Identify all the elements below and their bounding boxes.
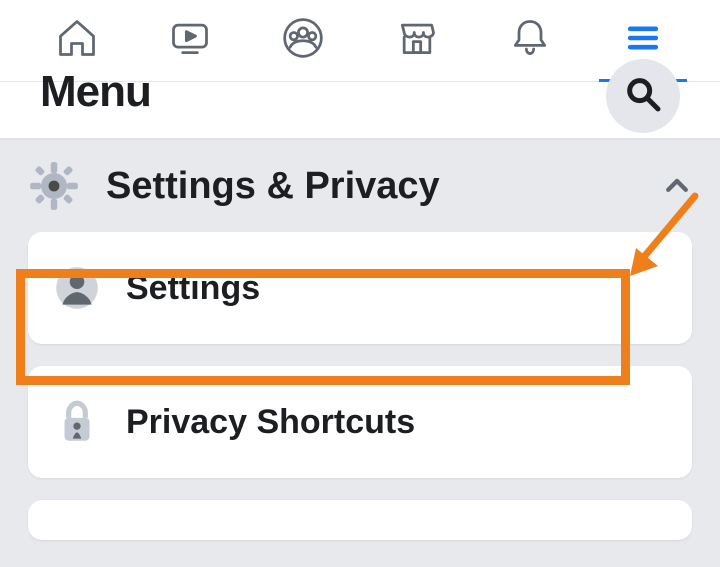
- home-icon: [55, 16, 99, 65]
- gear-icon: [28, 160, 80, 212]
- section-items: Settings Privacy Shortcuts: [0, 232, 720, 540]
- page-header: Menu: [0, 82, 720, 140]
- page-title: Menu: [40, 67, 151, 117]
- privacy-shortcuts-item[interactable]: Privacy Shortcuts: [28, 366, 692, 478]
- marketplace-icon: [395, 16, 439, 65]
- settings-label: Settings: [126, 269, 260, 308]
- bell-icon: [508, 16, 552, 65]
- menu-content: Settings & Privacy Settings: [0, 140, 720, 567]
- section-title: Settings & Privacy: [106, 165, 662, 208]
- hamburger-icon: [621, 16, 665, 65]
- tab-groups[interactable]: [273, 11, 333, 71]
- next-item-peek[interactable]: [28, 500, 692, 540]
- chevron-up-icon: [662, 171, 692, 201]
- search-button[interactable]: [606, 59, 680, 133]
- tab-video[interactable]: [160, 11, 220, 71]
- search-icon: [623, 74, 663, 119]
- tab-notifications[interactable]: [500, 11, 560, 71]
- video-icon: [168, 16, 212, 65]
- profile-icon: [52, 263, 102, 313]
- section-settings-privacy[interactable]: Settings & Privacy: [0, 140, 720, 232]
- groups-icon: [281, 16, 325, 65]
- privacy-shortcuts-label: Privacy Shortcuts: [126, 403, 415, 442]
- tab-home[interactable]: [47, 11, 107, 71]
- tab-marketplace[interactable]: [387, 11, 447, 71]
- lock-icon: [52, 397, 102, 447]
- settings-item[interactable]: Settings: [28, 232, 692, 344]
